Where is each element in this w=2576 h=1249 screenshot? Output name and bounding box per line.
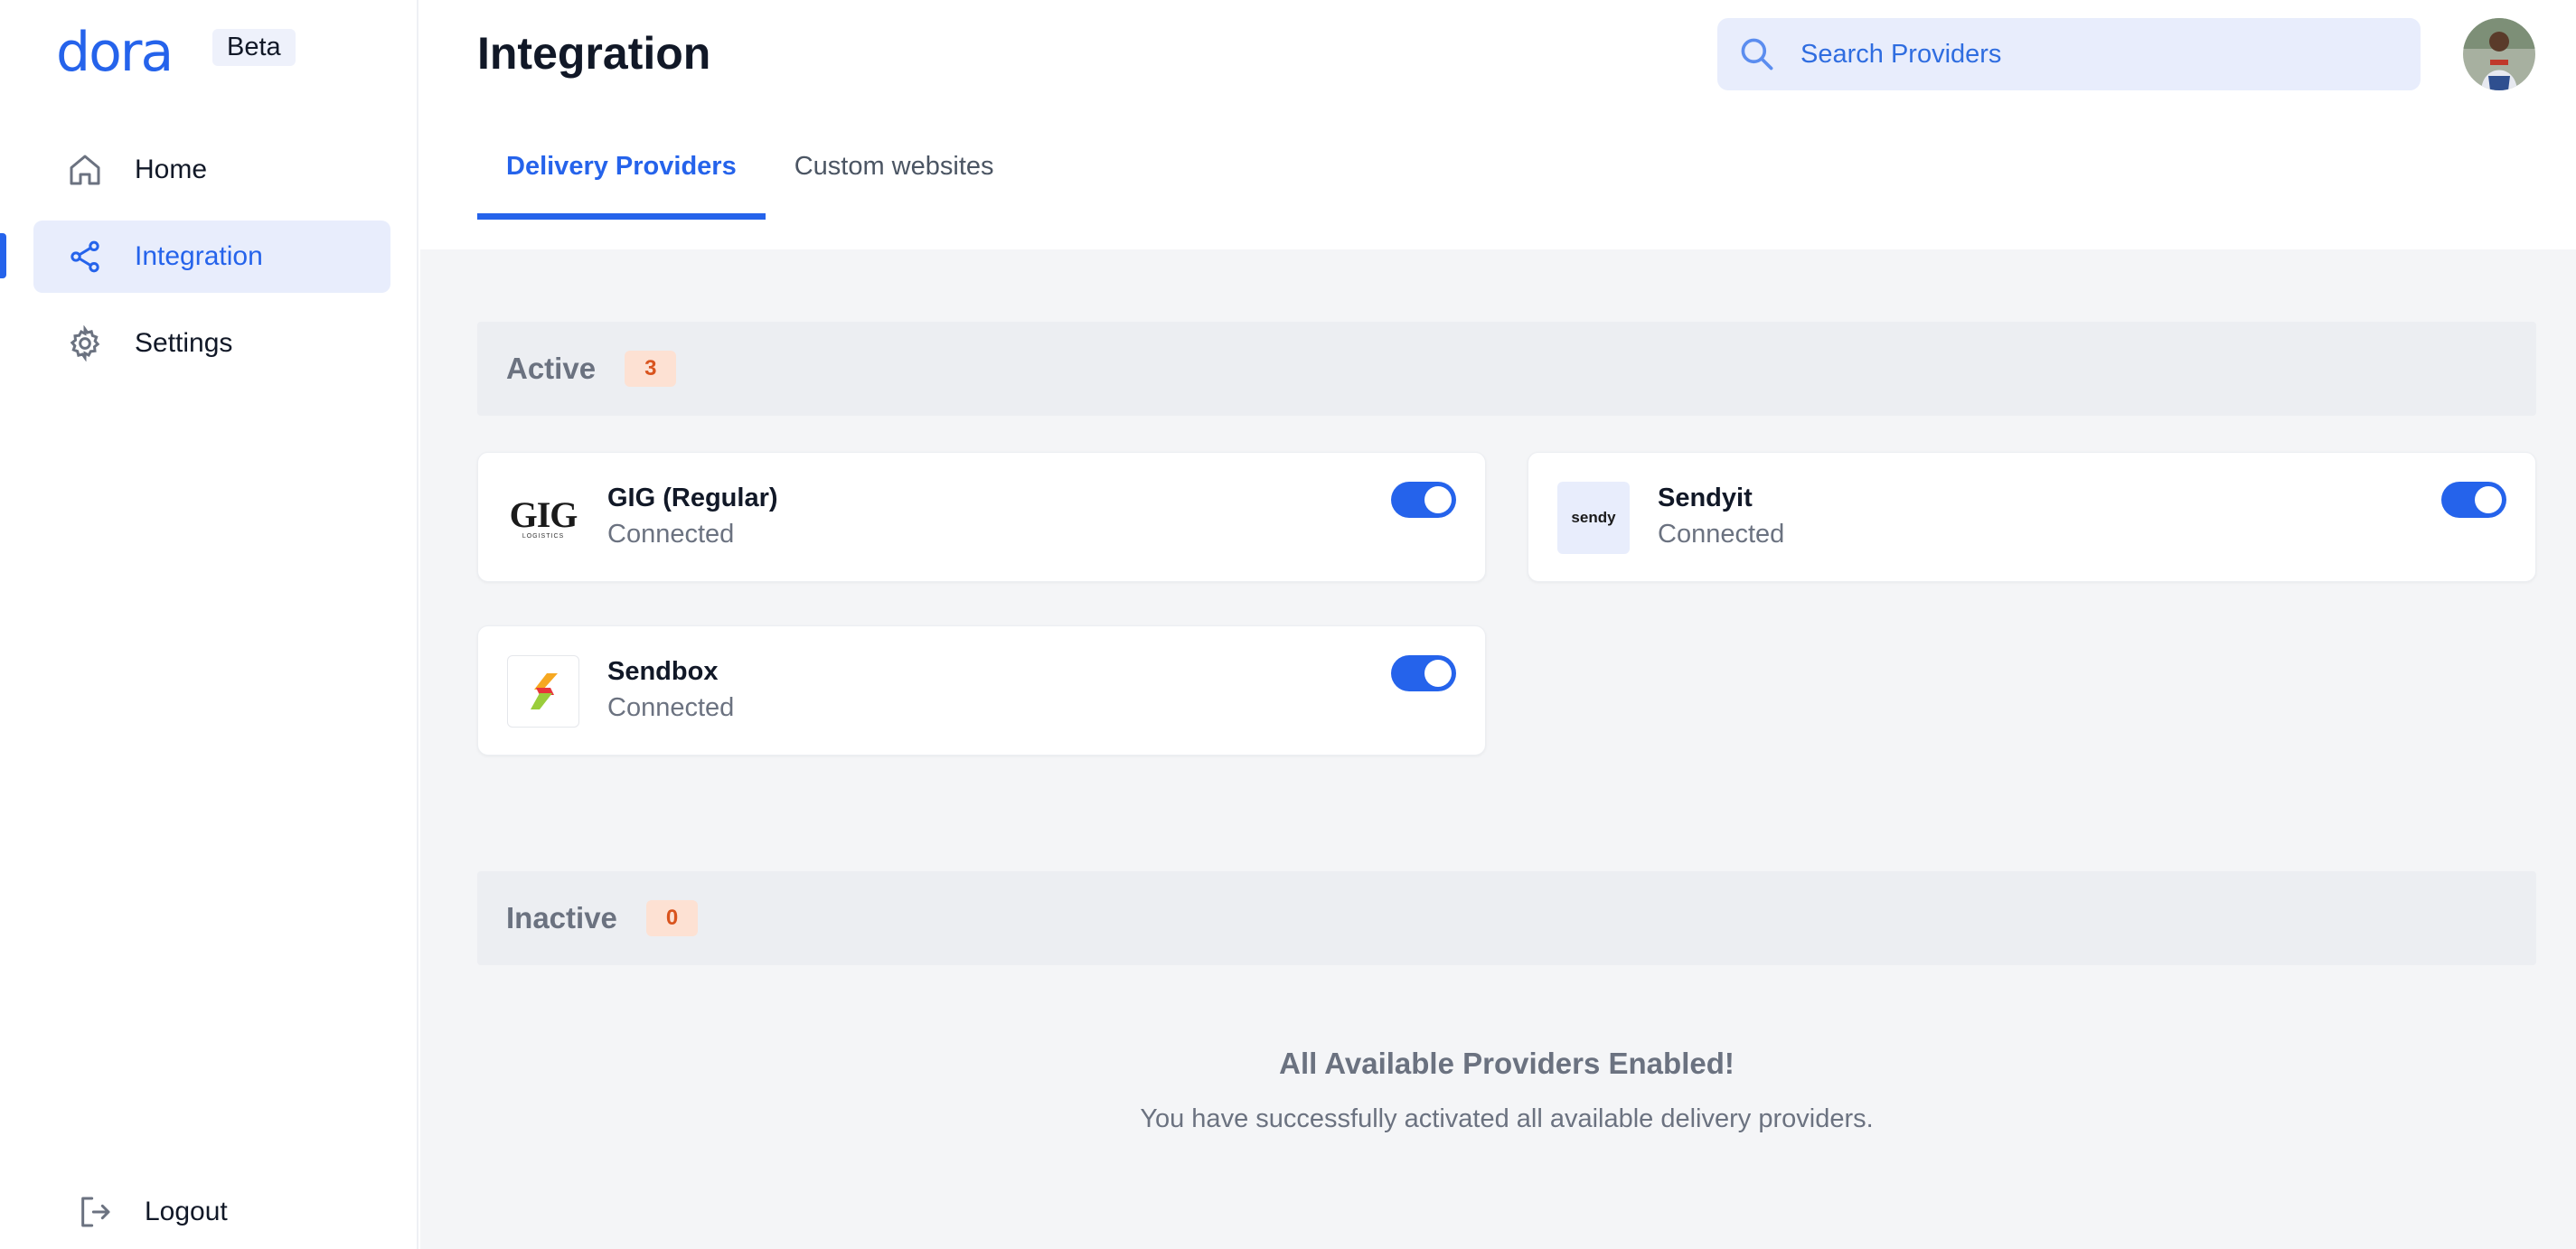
search-icon — [1741, 38, 1773, 70]
provider-name: Sendbox — [607, 657, 719, 686]
sidebar-item-home[interactable]: Home — [33, 134, 390, 206]
toggle-knob — [1424, 486, 1452, 513]
search-bar[interactable] — [1717, 18, 2421, 90]
provider-card-sendbox: Sendbox Connected — [477, 625, 1486, 756]
logout-button[interactable]: Logout — [76, 1193, 228, 1231]
share-icon — [66, 238, 104, 276]
active-nav-indicator — [0, 233, 6, 278]
page-title: Integration — [477, 28, 711, 79]
provider-toggle[interactable] — [2441, 482, 2506, 518]
sendbox-logo — [507, 655, 579, 728]
section-title: Active — [506, 352, 597, 385]
toggle-knob — [2475, 486, 2502, 513]
provider-toggle[interactable] — [1391, 482, 1456, 518]
count-badge: 0 — [645, 900, 699, 936]
logo-text: dora — [56, 21, 174, 84]
tab-bar: Delivery Providers Custom websites — [477, 127, 1023, 220]
count-badge: 3 — [625, 351, 677, 387]
sendy-logo: sendy — [1557, 482, 1630, 554]
sendy-logo-text: sendy — [1571, 509, 1616, 526]
sidebar-nav: Home Integration Settings — [33, 134, 390, 394]
sidebar-item-integration[interactable]: Integration — [33, 221, 390, 293]
sidebar-item-label: Settings — [135, 328, 233, 358]
section-title: Inactive — [506, 901, 617, 934]
logout-icon — [76, 1193, 114, 1231]
gig-logo-subtext: LOGISTICS — [522, 532, 565, 540]
page-header: Integration Delivery Providers Custom we… — [420, 0, 2576, 249]
dora-logo[interactable]: dora — [56, 21, 174, 84]
provider-status: Connected — [607, 693, 735, 722]
tab-custom-websites[interactable]: Custom websites — [766, 127, 1023, 220]
provider-name: Sendyit — [1658, 484, 1753, 512]
content-area: Active 3 GIG LOGISTICS GIG (Regular) Con… — [420, 249, 2576, 1249]
gig-logo: GIG LOGISTICS — [507, 482, 579, 554]
empty-state-description: You have successfully activated all avai… — [1140, 1104, 1874, 1133]
avatar[interactable] — [2463, 18, 2535, 90]
gig-logo-text: GIG — [509, 493, 578, 535]
tab-delivery-providers[interactable]: Delivery Providers — [477, 127, 766, 220]
provider-toggle[interactable] — [1391, 655, 1456, 691]
gear-icon — [66, 324, 104, 362]
sidebar-item-label: Integration — [135, 241, 263, 271]
provider-card-gig: GIG LOGISTICS GIG (Regular) Connected — [477, 452, 1486, 582]
main-area: Integration Delivery Providers Custom we… — [420, 0, 2576, 1249]
provider-status: Connected — [607, 520, 735, 549]
sidebar-item-label: Home — [135, 155, 208, 184]
sidebar: dora Beta Home Integration Settings Logo… — [0, 0, 418, 1249]
provider-name: GIG (Regular) — [607, 484, 778, 512]
active-section-header: Active 3 — [477, 322, 2536, 416]
logout-label: Logout — [145, 1197, 228, 1226]
search-input[interactable] — [1800, 39, 2361, 70]
provider-status: Connected — [1658, 520, 1785, 549]
inactive-section-header: Inactive 0 — [477, 871, 2536, 965]
empty-state-title: All Available Providers Enabled! — [1279, 1047, 1735, 1080]
home-icon — [66, 151, 104, 189]
toggle-knob — [1424, 660, 1452, 687]
beta-badge: Beta — [212, 29, 296, 66]
provider-card-sendyit: sendy Sendyit Connected — [1528, 452, 2536, 582]
sidebar-item-settings[interactable]: Settings — [33, 307, 390, 380]
